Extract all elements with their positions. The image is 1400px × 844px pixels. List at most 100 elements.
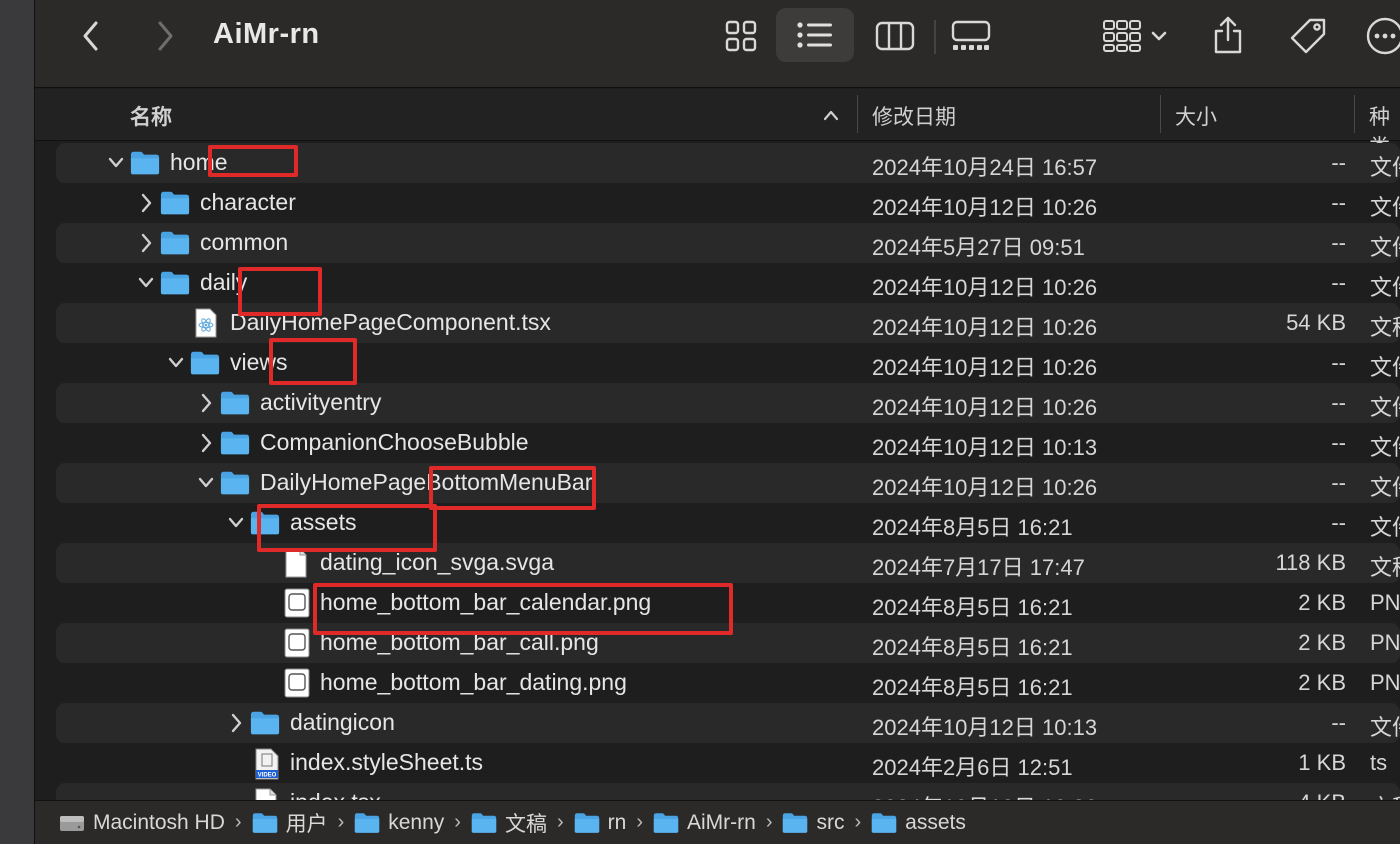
column-divider[interactable] [1160, 95, 1161, 133]
folder-icon-wrap [250, 510, 280, 541]
path-crumb-label: AiMr-rn [686, 810, 756, 834]
path-crumb-label: 文稿 [504, 812, 547, 836]
row-date: 2024年10月12日 10:26 [872, 315, 1098, 340]
column-name-header[interactable]: 名称 [130, 101, 172, 131]
folder-icon-wrap [250, 710, 280, 741]
row-size: -- [1331, 710, 1346, 735]
folder-row[interactable]: common 2024年5月27日 09:51 -- 文件夹 [56, 223, 1400, 263]
file-row[interactable]: DailyHomePageComponent.tsx 2024年10月12日 10… [56, 303, 1400, 343]
row-size: 118 KB [1275, 550, 1346, 575]
row-name: assets [290, 509, 357, 535]
folder-icon [220, 431, 250, 455]
home-folder-icon [355, 812, 380, 833]
more-icon [1366, 17, 1400, 55]
chevron-down-icon[interactable] [106, 152, 126, 174]
folder-row[interactable]: home 2024年10月24日 16:57 -- 文件夹 [56, 143, 1400, 183]
row-kind: 文件夹 [1370, 475, 1400, 500]
chevron-right-icon[interactable] [226, 712, 246, 734]
column-date-header[interactable]: 修改日期 [872, 101, 956, 131]
folder-row[interactable]: activityentry 2024年10月12日 10:26 -- 文件夹 [56, 383, 1400, 423]
file-icon-wrap [194, 308, 218, 343]
path-crumb[interactable]: 用户 [252, 808, 328, 838]
row-date: 2024年10月12日 10:13 [872, 435, 1098, 460]
sort-ascending-icon[interactable] [822, 109, 840, 121]
list-view-button[interactable] [776, 8, 854, 62]
tag-button[interactable] [1283, 12, 1333, 60]
chevron-down-icon[interactable] [136, 272, 156, 294]
chevron-right-icon[interactable] [196, 392, 216, 414]
row-date: 2024年8月5日 16:21 [872, 675, 1073, 700]
path-crumb-label: src [816, 810, 845, 834]
path-bar: Macintosh HD › 用户 › kenny › 文稿 › rn › AiMr-rn › src ›… [35, 800, 1400, 844]
path-crumb[interactable]: src [782, 811, 844, 835]
chevron-right-icon[interactable] [136, 232, 156, 254]
row-size: -- [1331, 270, 1346, 295]
svg-text:VIDEO: VIDEO [258, 773, 277, 779]
path-crumb-label: Macintosh HD [93, 810, 225, 834]
path-crumb[interactable]: rn [574, 811, 626, 835]
path-separator-icon: › [454, 811, 461, 833]
folder-row[interactable]: character 2024年10月12日 10:26 -- 文件夹 [56, 183, 1400, 223]
group-button[interactable] [1093, 14, 1177, 58]
gallery-view-button[interactable] [945, 14, 997, 58]
documents-folder-icon [471, 812, 497, 833]
row-kind: 文件夹 [1370, 235, 1400, 260]
folder-row[interactable]: CompanionChooseBubble 2024年10月12日 10:13 --… [56, 423, 1400, 463]
file-row[interactable]: home_bottom_bar_dating.png 2024年8月5日 16:2… [56, 663, 1400, 703]
file-icon-wrap [284, 628, 310, 663]
folder-row[interactable]: daily 2024年10月12日 10:26 -- 文件夹 [56, 263, 1400, 303]
chevron-right-icon[interactable] [196, 432, 216, 454]
forward-button[interactable] [145, 18, 185, 54]
path-separator-icon: › [234, 811, 242, 833]
path-crumb[interactable]: Macintosh HD [59, 811, 225, 835]
share-button[interactable] [1203, 10, 1253, 60]
row-date: 2024年10月12日 10:26 [872, 195, 1098, 220]
back-button[interactable] [71, 18, 111, 54]
gallery-view-icon [951, 20, 991, 50]
path-crumb[interactable]: 文稿 [471, 808, 547, 838]
more-button[interactable] [1363, 12, 1400, 60]
chevron-right-icon[interactable] [136, 192, 156, 214]
row-kind: 文件夹 [1370, 155, 1400, 180]
row-kind: 文件夹 [1370, 355, 1400, 380]
document-file-icon [285, 548, 307, 578]
row-kind: PNG [1370, 590, 1400, 615]
row-date: 2024年7月17日 17:47 [872, 555, 1085, 580]
folder-row[interactable]: assets 2024年8月5日 16:21 -- 文件夹 [56, 503, 1400, 543]
row-name: DailyHomePageComponent.tsx [230, 309, 551, 335]
file-row[interactable]: home_bottom_bar_calendar.png 2024年8月5日 16… [56, 583, 1400, 623]
row-kind: 文稿 [1370, 315, 1400, 340]
file-row[interactable]: index.tsx 2024年10月12日 10:26 4 KB 文稿 [56, 783, 1400, 800]
file-row[interactable]: VIDEO index.styleSheet.ts 2024年2月6日 12:51 1… [56, 743, 1400, 783]
folder-row[interactable]: DailyHomePageBottomMenuBar 2024年10月12日 10… [56, 463, 1400, 503]
path-crumb[interactable]: assets [871, 811, 966, 835]
folder-icon-wrap [160, 230, 190, 261]
folder-icon [160, 191, 190, 215]
icon-view-button[interactable] [715, 14, 767, 58]
row-size: 2 KB [1298, 670, 1346, 695]
folder-icon [250, 511, 280, 535]
column-view-button[interactable] [869, 14, 921, 58]
folder-row[interactable]: datingicon 2024年10月12日 10:13 -- 文件夹 [56, 703, 1400, 743]
chevron-down-icon[interactable] [226, 512, 246, 534]
path-crumb[interactable]: kenny [354, 811, 444, 835]
chevron-down-icon[interactable] [196, 472, 216, 494]
file-icon-wrap [284, 548, 308, 583]
column-divider[interactable] [1354, 95, 1355, 133]
row-date: 2024年8月5日 16:21 [872, 595, 1073, 620]
toolbar: AiMr-rn [35, 0, 1400, 88]
column-divider[interactable] [857, 95, 858, 133]
row-date: 2024年10月12日 10:26 [872, 355, 1098, 380]
path-crumb[interactable]: AiMr-rn [653, 811, 756, 835]
file-row[interactable]: home_bottom_bar_call.png 2024年8月5日 16:21 2… [56, 623, 1400, 663]
folder-icon [160, 271, 190, 295]
row-name: DailyHomePageBottomMenuBar [260, 469, 593, 495]
row-size: -- [1331, 190, 1346, 215]
forward-icon [158, 21, 173, 51]
file-icon-wrap [284, 588, 310, 623]
folder-row[interactable]: views 2024年10月12日 10:26 -- 文件夹 [56, 343, 1400, 383]
column-size-header[interactable]: 大小 [1175, 101, 1217, 131]
file-row[interactable]: dating_icon_svga.svga 2024年7月17日 17:47 118… [56, 543, 1400, 583]
tag-icon [1290, 18, 1326, 54]
chevron-down-icon[interactable] [166, 352, 186, 374]
